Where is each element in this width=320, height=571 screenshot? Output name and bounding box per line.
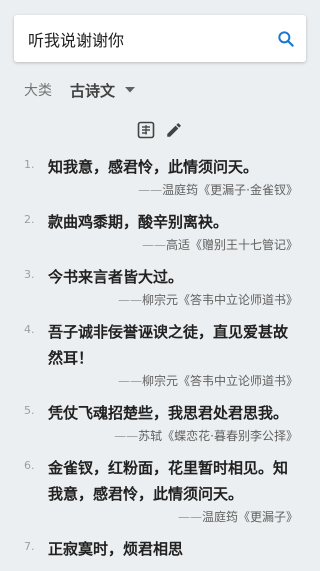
list-item[interactable]: 3. 今书来言者皆大过。 ——柳宗元《答韦中立论师道书》 <box>0 264 320 310</box>
search-input[interactable] <box>14 15 266 62</box>
item-text: 款曲鸡黍期，酸辛别离袂。 <box>48 213 229 231</box>
source-dash: —— <box>117 374 142 388</box>
translate-button[interactable] <box>136 120 156 140</box>
item-source: 温庭筠《更漏子·金雀钗》 <box>162 183 298 197</box>
edit-button[interactable] <box>164 120 184 140</box>
item-number: 2. <box>24 213 35 226</box>
source-dash: —— <box>141 238 166 252</box>
source-dash: —— <box>138 183 163 197</box>
item-number: 3. <box>24 268 35 281</box>
list-item[interactable]: 6. 金雀钗，红粉面，花里暂时相见。知我意，感君怜，此情须问天。 ——温庭筠《更… <box>0 455 320 527</box>
item-text: 金雀钗，红粉面，花里暂时相见。知我意，感君怜，此情须问天。 <box>48 459 289 503</box>
list-item[interactable]: 2. 款曲鸡黍期，酸辛别离袂。 ——高适《赠别王十七管记》 <box>0 209 320 255</box>
item-text: 正寂寞时，烦君相思 <box>48 540 184 558</box>
item-source-line: ——高适《赠别王十七管记》 <box>48 235 298 255</box>
item-source-line: ——温庭筠《更漏子》 <box>48 507 298 527</box>
result-list: 1. 知我意，感君怜，此情须问天。 ——温庭筠《更漏子·金雀钗》 2. 款曲鸡黍… <box>0 154 320 571</box>
filter-row: 大类 古诗文 <box>24 78 136 102</box>
item-number: 7. <box>24 540 35 553</box>
list-item[interactable]: 1. 知我意，感君怜，此情须问天。 ——温庭筠《更漏子·金雀钗》 <box>0 154 320 200</box>
item-text: 知我意，感君怜，此情须问天。 <box>48 158 259 176</box>
item-number: 6. <box>24 459 35 472</box>
item-source-line: ——苏轼《蝶恋花·暮春别李公择》 <box>48 426 298 446</box>
source-dash: —— <box>114 429 139 443</box>
item-source: 柳宗元《答韦中立论师道书》 <box>141 293 298 307</box>
pencil-icon <box>167 123 181 137</box>
item-source: 柳宗元《答韦中立论师道书》 <box>141 374 298 388</box>
list-item[interactable]: 7. 正寂寞时，烦君相思 <box>0 536 320 562</box>
caret-down-icon <box>125 87 136 93</box>
search-button[interactable] <box>266 15 306 62</box>
item-source-line: ——柳宗元《答韦中立论师道书》 <box>48 290 298 310</box>
tools-row <box>0 120 320 140</box>
search-box <box>14 15 306 62</box>
item-text: 今书来言者皆大过。 <box>48 268 184 286</box>
item-number: 4. <box>24 323 35 336</box>
item-source: 温庭筠《更漏子》 <box>201 510 298 524</box>
item-source-line: ——温庭筠《更漏子·金雀钗》 <box>48 180 298 200</box>
source-dash: —— <box>117 293 142 307</box>
search-icon <box>278 30 294 47</box>
category-dropdown[interactable]: 古诗文 <box>70 80 136 101</box>
item-source: 高适《赠别王十七管记》 <box>165 238 298 252</box>
item-source-line: ——柳宗元《答韦中立论师道书》 <box>48 371 298 391</box>
item-number: 5. <box>24 404 35 417</box>
item-text: 吾子诚非佞誉诬谀之徒，直见爱甚故然耳！ <box>48 323 289 367</box>
list-item[interactable]: 4. 吾子诚非佞誉诬谀之徒，直见爱甚故然耳！ ——柳宗元《答韦中立论师道书》 <box>0 319 320 391</box>
translate-icon <box>137 121 155 139</box>
category-label: 大类 <box>24 83 52 99</box>
category-selected-value: 古诗文 <box>70 81 116 100</box>
item-number: 1. <box>24 158 35 171</box>
source-dash: —— <box>177 510 202 524</box>
item-text: 凭仗飞魂招楚些，我思君处君思我。 <box>48 404 289 422</box>
item-source: 苏轼《蝶恋花·暮春别李公择》 <box>138 429 298 443</box>
list-item[interactable]: 5. 凭仗飞魂招楚些，我思君处君思我。 ——苏轼《蝶恋花·暮春别李公择》 <box>0 400 320 446</box>
